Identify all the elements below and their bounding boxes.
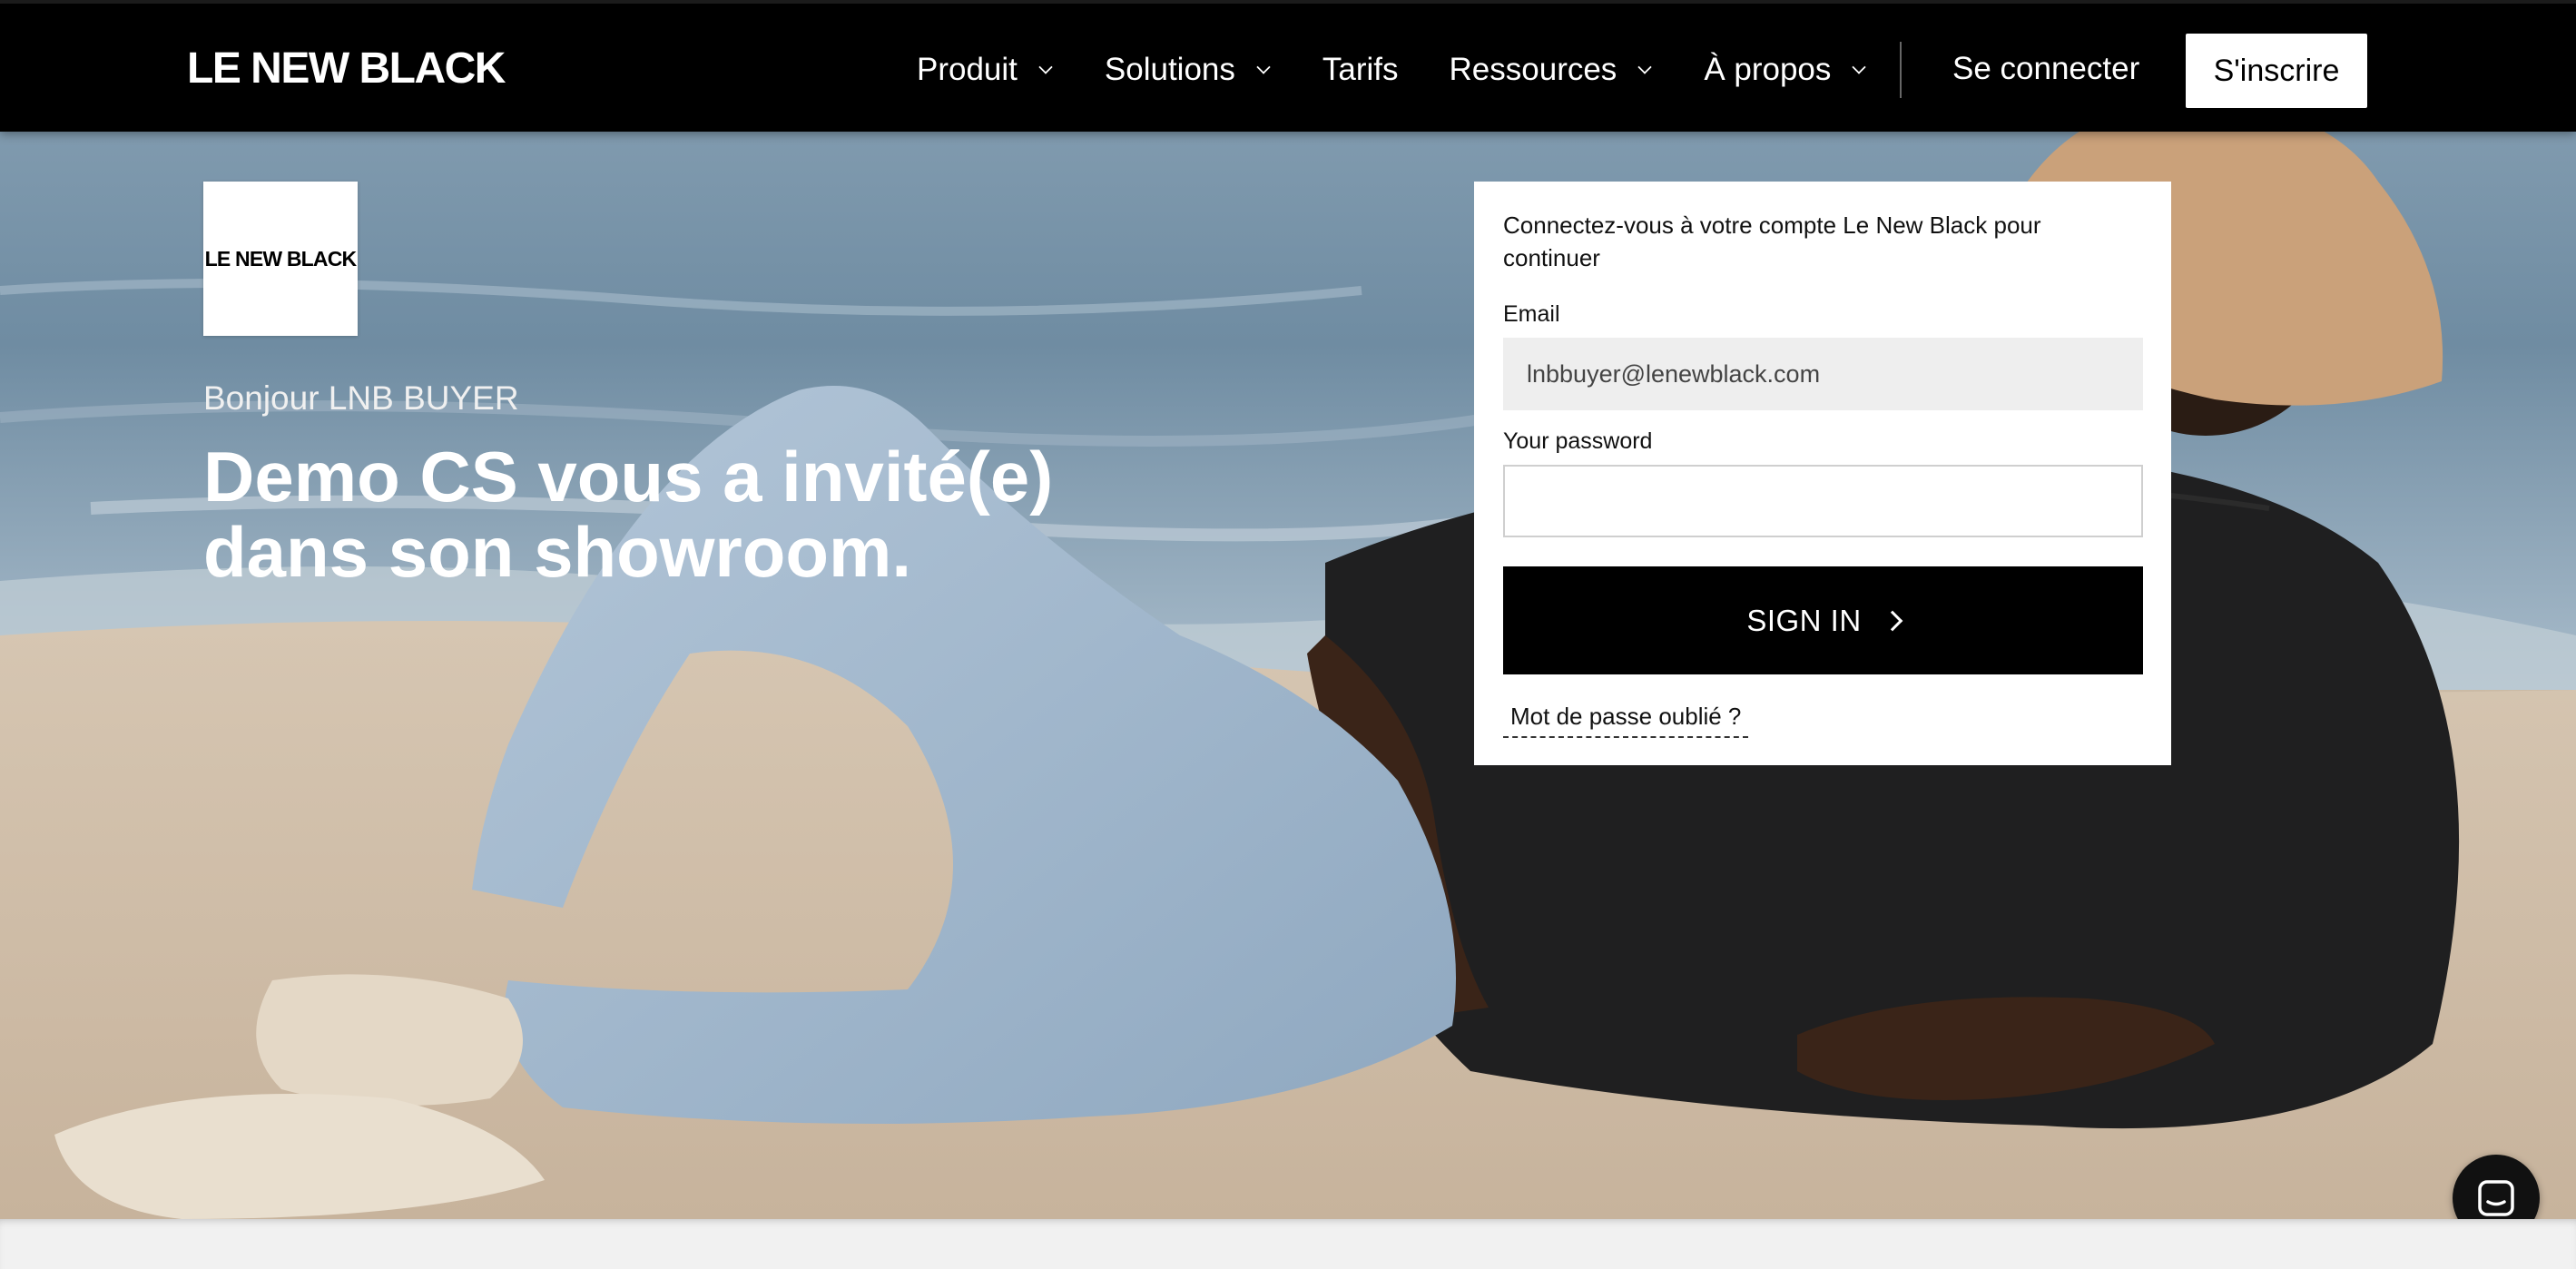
password-field[interactable] <box>1503 465 2143 537</box>
chevron-down-icon <box>1256 59 1271 74</box>
chevron-down-icon <box>1852 59 1867 74</box>
showroom-logo-tile: LE NEW BLACK <box>203 182 358 336</box>
forgot-password-link[interactable]: Mot de passe oublié ? <box>1503 703 1749 738</box>
nav-item-label: Solutions <box>1104 51 1235 87</box>
chevron-down-icon <box>1038 59 1053 74</box>
top-navigation-bar: LE NEW BLACK Produit Solutions Tarifs Re… <box>0 0 2576 132</box>
nav-item-a-propos[interactable]: À propos <box>1704 52 1867 88</box>
nav-item-tarifs[interactable]: Tarifs <box>1322 52 1399 88</box>
nav-item-label: Ressources <box>1449 51 1617 87</box>
login-card: Connectez-vous à votre compte Le New Bla… <box>1474 182 2171 765</box>
nav-divider <box>1900 42 1902 98</box>
nav-item-label: À propos <box>1704 51 1832 87</box>
email-field[interactable] <box>1503 338 2143 410</box>
nav-item-produit[interactable]: Produit <box>917 52 1054 88</box>
hero-background-photo <box>0 0 2576 1219</box>
login-link[interactable]: Se connecter <box>1952 51 2139 87</box>
headline-line-1: Demo CS vous a invité(e) <box>203 437 1054 516</box>
beach-scene-illustration <box>0 0 2576 1219</box>
password-label: Your password <box>1503 428 1653 454</box>
page-bottom-strip <box>0 1219 2576 1269</box>
sign-in-label: SIGN IN <box>1746 603 1862 637</box>
invitation-headline: Demo CS vous a invité(e) dans son showro… <box>203 439 1111 590</box>
nav-item-solutions[interactable]: Solutions <box>1105 52 1272 88</box>
signup-button[interactable]: S'inscrire <box>2186 34 2367 108</box>
nav-item-label: Tarifs <box>1322 51 1399 87</box>
chevron-down-icon <box>1637 59 1652 74</box>
showroom-logo-text: LE NEW BLACK <box>204 246 358 271</box>
brand-logo[interactable]: LE NEW BLACK <box>187 44 506 93</box>
nav-item-ressources[interactable]: Ressources <box>1450 52 1654 88</box>
main-menu: Produit Solutions Tarifs Ressources À pr… <box>917 4 1918 135</box>
login-intro-text: Connectez-vous à votre compte Le New Bla… <box>1503 212 2041 271</box>
sign-in-button[interactable]: SIGN IN <box>1503 566 2143 674</box>
nav-item-label: Produit <box>917 51 1018 87</box>
greeting-text: Bonjour LNB BUYER <box>203 379 519 417</box>
chat-bubble-icon <box>2478 1180 2514 1216</box>
headline-line-2: dans son showroom. <box>203 512 912 592</box>
chevron-right-icon <box>1882 610 1903 631</box>
email-label: Email <box>1503 301 1560 327</box>
